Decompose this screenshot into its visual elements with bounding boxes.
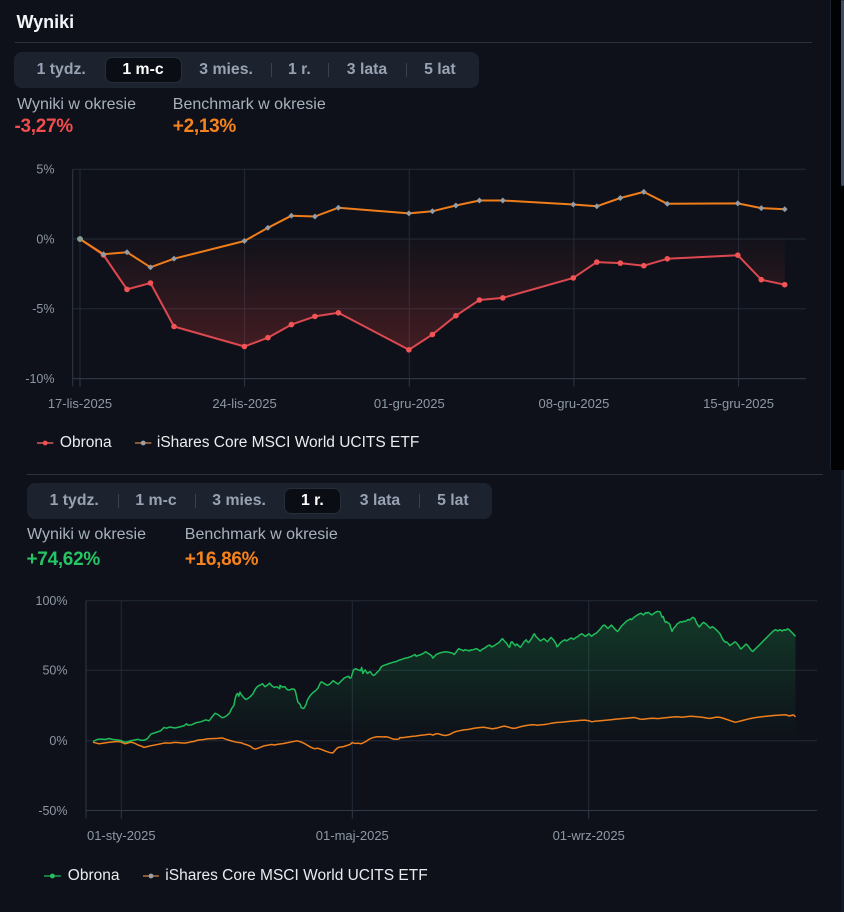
svg-text:01-gru-2025: 01-gru-2025 bbox=[374, 396, 445, 411]
svg-text:01-sty-2025: 01-sty-2025 bbox=[87, 828, 156, 843]
svg-text:08-gru-2025: 08-gru-2025 bbox=[538, 396, 609, 411]
svg-text:-10%: -10% bbox=[25, 372, 54, 386]
svg-text:50%: 50% bbox=[42, 664, 67, 678]
svg-text:100%: 100% bbox=[36, 594, 68, 608]
svg-text:15-gru-2025: 15-gru-2025 bbox=[703, 396, 774, 411]
svg-text:24-lis-2025: 24-lis-2025 bbox=[212, 396, 276, 411]
svg-text:01-maj-2025: 01-maj-2025 bbox=[316, 828, 389, 843]
svg-text:17-lis-2025: 17-lis-2025 bbox=[48, 396, 112, 411]
svg-text:5%: 5% bbox=[36, 163, 54, 177]
svg-text:0%: 0% bbox=[49, 734, 67, 748]
svg-text:-5%: -5% bbox=[32, 302, 54, 316]
svg-text:0%: 0% bbox=[36, 232, 54, 246]
svg-text:-50%: -50% bbox=[38, 804, 67, 818]
svg-text:01-wrz-2025: 01-wrz-2025 bbox=[553, 828, 625, 843]
